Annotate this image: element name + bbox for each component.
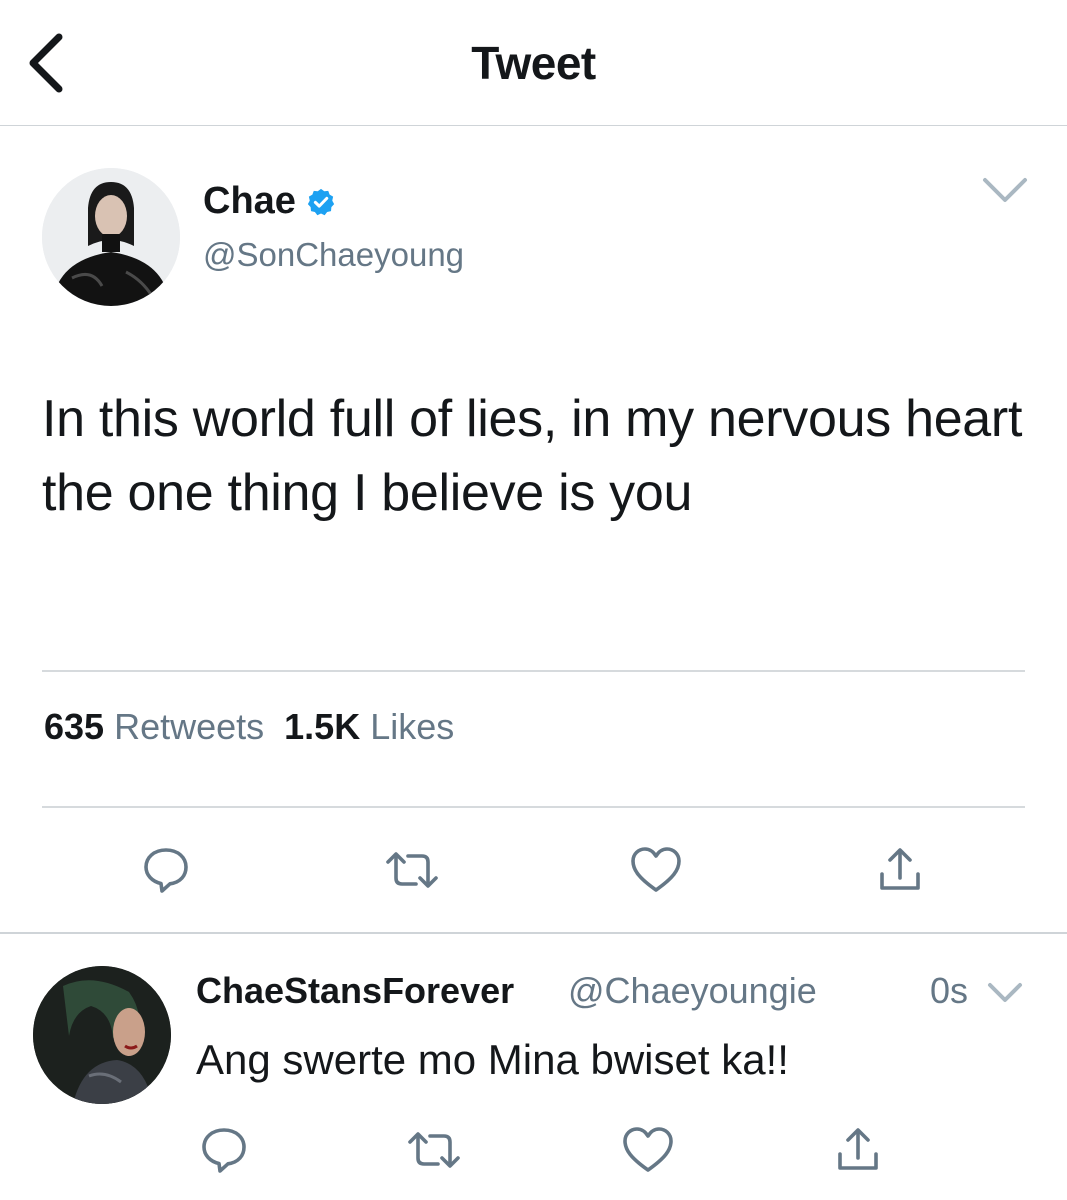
likes-stat[interactable]: 1.5K Likes [284, 706, 454, 748]
verified-badge-icon [307, 188, 335, 215]
avatar-image [42, 168, 180, 306]
heart-icon [631, 847, 681, 892]
reply-bubble-icon [202, 1128, 246, 1173]
avatar-image [33, 966, 171, 1104]
retweets-count: 635 [44, 706, 105, 747]
chevron-down-icon [983, 178, 1027, 202]
likes-label: Likes [370, 706, 455, 747]
likes-count: 1.5K [284, 706, 361, 747]
reply-timestamp: 0s [930, 970, 969, 1011]
divider [42, 670, 1025, 672]
reply-share-button[interactable] [830, 1122, 886, 1178]
tweet-stats: 635 Retweets 1.5K Likes [44, 706, 454, 748]
chevron-down-icon [988, 983, 1022, 1002]
retweet-icon [386, 852, 438, 888]
author-name-row[interactable]: Chae [203, 180, 336, 223]
retweet-icon [408, 1132, 460, 1168]
author-handle[interactable]: @SonChaeyoung [203, 236, 464, 274]
share-icon [838, 1128, 878, 1170]
retweet-button[interactable] [384, 842, 440, 898]
reply-button[interactable] [138, 842, 194, 898]
reply-reply-button[interactable] [196, 1122, 252, 1178]
divider [42, 806, 1025, 808]
author-display-name[interactable]: Chae [203, 180, 296, 223]
tweet-text: In this world full of lies, in my nervou… [42, 390, 1023, 522]
like-button[interactable] [628, 842, 684, 898]
share-icon [880, 848, 920, 890]
reply-text: Ang swerte mo Mina bwiset ka!! [196, 1036, 789, 1083]
reply-more-button[interactable] [985, 978, 1025, 1008]
author-avatar[interactable] [42, 168, 180, 306]
reply-author-avatar[interactable] [33, 966, 171, 1104]
retweets-stat[interactable]: 635 Retweets [44, 706, 264, 748]
page-title: Tweet [471, 37, 596, 89]
reply-author-name[interactable]: ChaeStansForever [196, 970, 514, 1012]
reply-author-handle[interactable]: @Chaeyoungie [568, 970, 817, 1012]
section-divider [0, 932, 1067, 934]
heart-icon [623, 1127, 673, 1172]
reply-bubble-icon [144, 848, 188, 893]
share-button[interactable] [872, 842, 928, 898]
retweets-label: Retweets [114, 706, 265, 747]
top-bar: Tweet [0, 0, 1067, 126]
reply-like-button[interactable] [620, 1122, 676, 1178]
reply-retweet-button[interactable] [406, 1122, 462, 1178]
tweet-more-button[interactable] [980, 172, 1030, 208]
